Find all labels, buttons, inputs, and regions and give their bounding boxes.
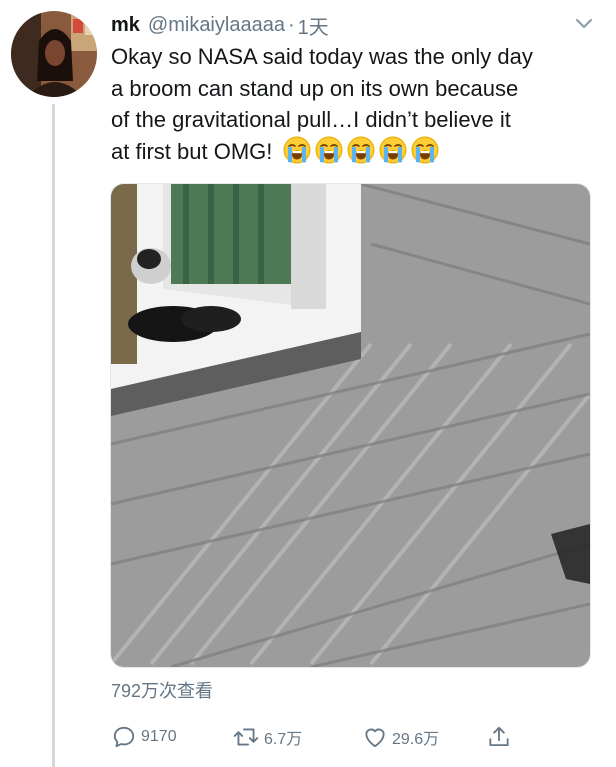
retweet-icon xyxy=(233,728,259,746)
display-name[interactable]: mk xyxy=(111,14,140,37)
view-count: 792万次查看 xyxy=(111,681,214,701)
avatar[interactable] xyxy=(11,11,97,97)
separator-dot: · xyxy=(287,13,295,36)
tweet-text-line: of the gravitational pull…I didn’t belie… xyxy=(111,107,511,132)
reply-count: 9170 xyxy=(141,728,177,745)
thread-line xyxy=(52,104,55,767)
reply-button[interactable]: 9170 xyxy=(111,721,177,753)
tweet-text-line: at first but OMG! xyxy=(111,138,273,164)
loudly-crying-face-icon xyxy=(411,136,438,163)
like-button[interactable]: 29.6万 xyxy=(362,721,439,753)
retweet-count: 6.7万 xyxy=(264,731,303,748)
tweet-text-line-last: at first but OMG! xyxy=(111,136,601,168)
tweet-header: mk @mikaiylaaaaa · 1天 xyxy=(111,10,329,40)
tweet-text-line: Okay so NASA said today was the only day xyxy=(111,44,533,69)
reply-icon xyxy=(113,726,135,748)
loudly-crying-face-icon xyxy=(347,136,374,163)
loudly-crying-face-icon xyxy=(315,136,342,163)
tweet-timestamp[interactable]: 1天 xyxy=(298,11,329,40)
tweet-video[interactable] xyxy=(110,183,591,668)
like-count: 29.6万 xyxy=(392,731,440,748)
emoji-row xyxy=(283,136,439,164)
retweet-button[interactable]: 6.7万 xyxy=(232,721,302,753)
loudly-crying-face-icon xyxy=(379,136,406,163)
user-handle[interactable]: @mikaiylaaaaa xyxy=(148,14,285,37)
tweet[interactable]: mk @mikaiylaaaaa · 1天 Okay so NASA said … xyxy=(0,0,616,767)
tweet-text-line: a broom can stand up on its own because xyxy=(111,75,519,101)
loudly-crying-face-icon xyxy=(283,136,310,163)
heart-icon xyxy=(365,728,385,748)
share-button[interactable] xyxy=(486,721,516,753)
tweet-actions: 9170 6.7万 29.6万 xyxy=(111,721,531,753)
chevron-down-icon[interactable] xyxy=(574,17,594,31)
tweet-text: Okay so NASA said today was the only day… xyxy=(111,41,601,167)
share-icon xyxy=(489,726,509,747)
